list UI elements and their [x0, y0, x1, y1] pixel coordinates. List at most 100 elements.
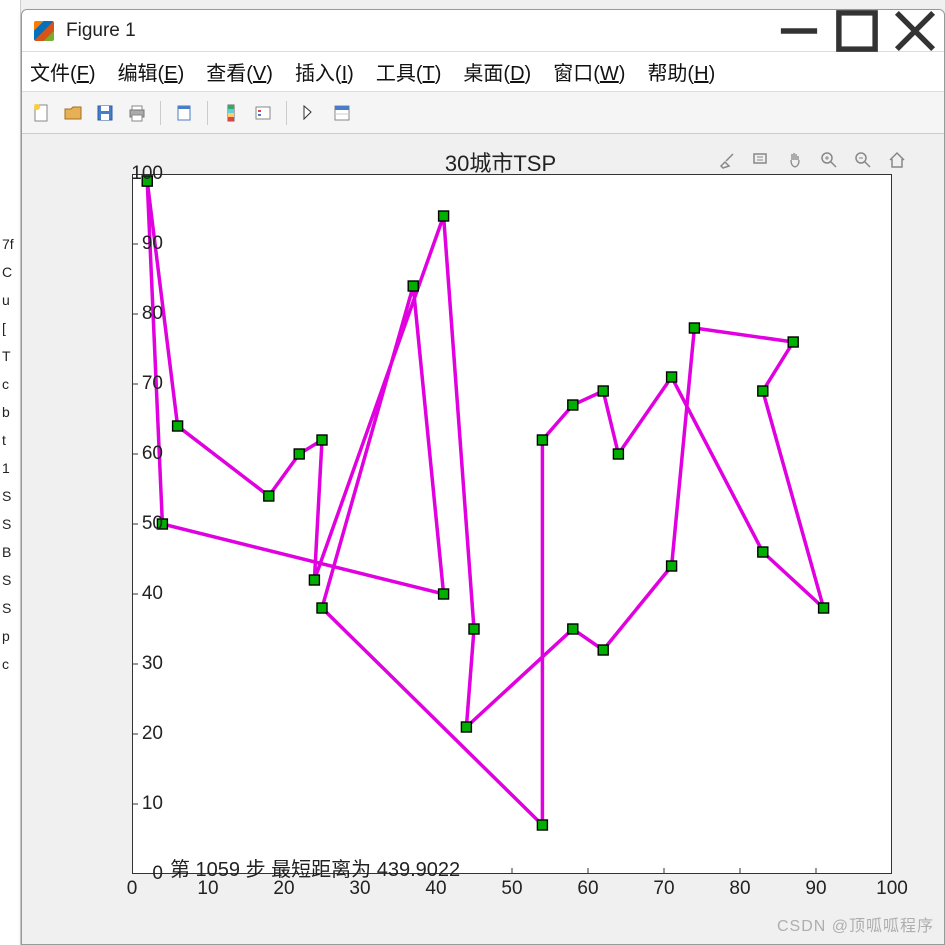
- chart-annotation: 第 1059 步 最短距离为 439.9022: [170, 853, 460, 882]
- city-marker: [469, 624, 479, 634]
- toolbar-separator: [207, 101, 208, 125]
- city-marker: [667, 372, 677, 382]
- menu-help[interactable]: 帮助(H): [647, 57, 715, 86]
- city-marker: [317, 435, 327, 445]
- city-marker: [598, 386, 608, 396]
- title-bar: Figure 1: [22, 10, 944, 52]
- toolbar-separator: [286, 101, 287, 125]
- matlab-app-icon: [34, 21, 54, 41]
- pan-icon[interactable]: [783, 148, 807, 172]
- y-tick-label: 10: [142, 793, 163, 815]
- city-marker: [317, 603, 327, 613]
- gutter-char: c: [0, 650, 20, 678]
- y-tick-label: 50: [142, 513, 163, 535]
- gutter-char: 1: [0, 454, 20, 482]
- watermark: CSDN @顶呱呱程序: [777, 912, 934, 936]
- gutter-char: [: [0, 314, 20, 342]
- menu-insert[interactable]: 插入(I): [295, 57, 354, 86]
- city-marker: [819, 603, 829, 613]
- datatip-icon[interactable]: [749, 148, 773, 172]
- city-marker: [294, 449, 304, 459]
- city-marker: [758, 386, 768, 396]
- plot-svg: [132, 174, 892, 874]
- window-controls: [770, 10, 944, 51]
- x-tick-label: 50: [501, 878, 522, 900]
- axes-toolbar: [715, 148, 909, 172]
- gutter-char: b: [0, 398, 20, 426]
- gutter-char: p: [0, 622, 20, 650]
- zoom-out-icon[interactable]: [851, 148, 875, 172]
- city-marker: [537, 820, 547, 830]
- city-marker: [173, 421, 183, 431]
- city-marker: [598, 645, 608, 655]
- city-marker: [568, 624, 578, 634]
- brush-icon[interactable]: [715, 148, 739, 172]
- x-tick-label: 90: [805, 878, 826, 900]
- figure-window: Figure 1 文件(F) 编辑(E) 查看(V) 插入(I) 工具(T) 桌…: [21, 9, 945, 945]
- maximize-button[interactable]: [828, 10, 886, 51]
- city-marker: [667, 561, 677, 571]
- y-tick-label: 20: [142, 723, 163, 745]
- gutter-char: C: [0, 258, 20, 286]
- gutter-char: t: [0, 426, 20, 454]
- y-tick-label: 100: [131, 163, 163, 185]
- window-title: Figure 1: [66, 20, 136, 42]
- x-tick-label: 70: [653, 878, 674, 900]
- gutter-char: u: [0, 286, 20, 314]
- city-marker: [439, 589, 449, 599]
- print-button[interactable]: [124, 100, 150, 126]
- menu-edit[interactable]: 编辑(E): [118, 57, 185, 86]
- menu-view[interactable]: 查看(V): [206, 57, 273, 86]
- open-button[interactable]: [60, 100, 86, 126]
- city-marker: [568, 400, 578, 410]
- toolbar-separator: [160, 101, 161, 125]
- city-marker: [408, 281, 418, 291]
- city-marker: [439, 211, 449, 221]
- zoom-in-icon[interactable]: [817, 148, 841, 172]
- home-icon[interactable]: [885, 148, 909, 172]
- menu-tools[interactable]: 工具(T): [376, 57, 442, 86]
- link-axes-button[interactable]: [171, 100, 197, 126]
- menu-window[interactable]: 窗口(W): [553, 57, 625, 86]
- open-property-inspector-button[interactable]: [329, 100, 355, 126]
- city-marker: [788, 337, 798, 347]
- menu-bar: 文件(F) 编辑(E) 查看(V) 插入(I) 工具(T) 桌面(D) 窗口(W…: [22, 52, 944, 92]
- x-tick-label: 100: [876, 878, 908, 900]
- y-tick-label: 0: [152, 863, 163, 885]
- gutter-char: 7f: [0, 230, 20, 258]
- gutter-char: S: [0, 510, 20, 538]
- city-marker: [758, 547, 768, 557]
- menu-file[interactable]: 文件(F): [30, 57, 96, 86]
- minimize-button[interactable]: [770, 10, 828, 51]
- y-tick-label: 90: [142, 233, 163, 255]
- y-tick-label: 80: [142, 303, 163, 325]
- edit-plot-button[interactable]: [297, 100, 323, 126]
- gutter-char: T: [0, 342, 20, 370]
- city-marker: [537, 435, 547, 445]
- city-marker: [309, 575, 319, 585]
- x-tick-label: 60: [577, 878, 598, 900]
- y-tick-label: 40: [142, 583, 163, 605]
- gutter-char: S: [0, 594, 20, 622]
- gutter-char: S: [0, 566, 20, 594]
- gutter-char: S: [0, 482, 20, 510]
- city-marker: [613, 449, 623, 459]
- y-tick-label: 70: [142, 373, 163, 395]
- axes-container: 30城市TSP 01020304050607080901000102030405…: [72, 144, 929, 934]
- gutter-char: c: [0, 370, 20, 398]
- tsp-route-line: [147, 181, 823, 825]
- save-button[interactable]: [92, 100, 118, 126]
- x-tick-label: 80: [729, 878, 750, 900]
- gutter-char: B: [0, 538, 20, 566]
- insert-legend-button[interactable]: [250, 100, 276, 126]
- city-marker: [689, 323, 699, 333]
- insert-colorbar-button[interactable]: [218, 100, 244, 126]
- city-marker: [264, 491, 274, 501]
- y-tick-label: 30: [142, 653, 163, 675]
- close-button[interactable]: [886, 10, 944, 51]
- new-figure-button[interactable]: [28, 100, 54, 126]
- ide-left-gutter: 7fCu[Tcbt1SSBSSpc: [0, 0, 21, 945]
- x-tick-label: 0: [127, 878, 138, 900]
- menu-desktop[interactable]: 桌面(D): [463, 57, 531, 86]
- y-tick-label: 60: [142, 443, 163, 465]
